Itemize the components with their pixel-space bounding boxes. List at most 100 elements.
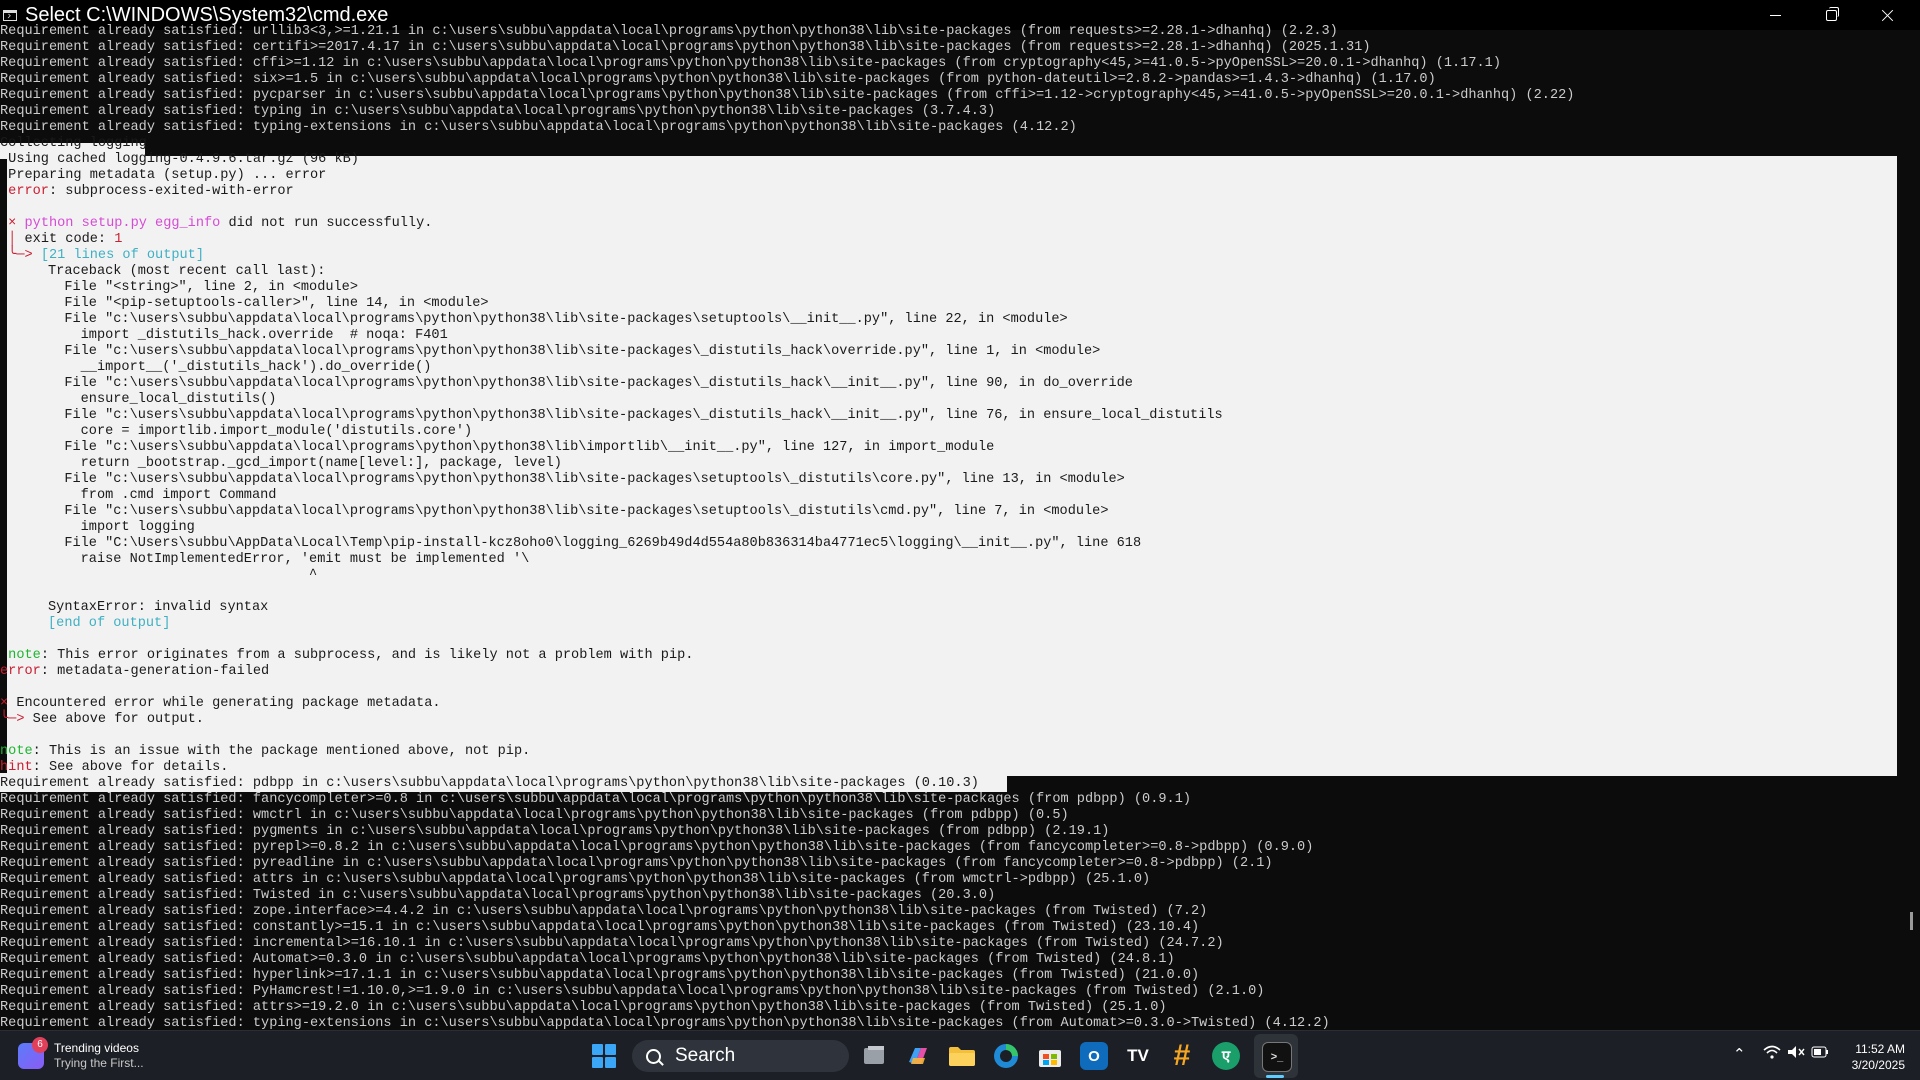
- scrollbar-thumb[interactable]: [1910, 912, 1913, 930]
- file-explorer-button[interactable]: [948, 1042, 976, 1070]
- notification-badge: 6: [32, 1037, 48, 1053]
- see-above-text: See above for output.: [24, 712, 204, 727]
- console-line: Requirement already satisfied: typing in…: [0, 104, 996, 119]
- console-line: Requirement already satisfied: fancycomp…: [0, 792, 1192, 807]
- store-icon: [1039, 1050, 1061, 1067]
- hint-label: hint: [0, 760, 33, 775]
- error-label: error: [0, 664, 41, 679]
- close-icon: [1881, 9, 1894, 22]
- copilot-button[interactable]: [904, 1042, 932, 1070]
- search-icon: [646, 1048, 661, 1064]
- widgets-button[interactable]: 6 Trending videos Trying the First...: [18, 1037, 144, 1073]
- console-line: hint: See above for details.: [0, 760, 228, 776]
- battery-icon[interactable]: [1811, 1045, 1829, 1062]
- note-text: : This is an issue with the package ment…: [32, 744, 531, 759]
- traceback-line: ^: [48, 568, 318, 583]
- active-indicator: [1266, 1075, 1284, 1078]
- slack-like-button[interactable]: #: [1168, 1039, 1196, 1072]
- console-line: note: This error originates from a subpr…: [0, 648, 693, 664]
- app-icon: ए: [1221, 1048, 1231, 1065]
- console-line: Requirement already satisfied: pdbpp in …: [0, 776, 979, 791]
- folder-icon: [949, 1047, 975, 1066]
- widgets-icon: 6: [18, 1037, 48, 1069]
- cmd-taskbar-button[interactable]: >_: [1262, 1042, 1292, 1072]
- maximize-button[interactable]: [1808, 0, 1854, 30]
- console-line: Requirement already satisfied: wmctrl in…: [0, 808, 1069, 823]
- console-line: Requirement already satisfied: pygments …: [0, 824, 1110, 839]
- console-line: Requirement already satisfied: typing-ex…: [0, 120, 1077, 135]
- task-view-button[interactable]: [860, 1042, 888, 1070]
- tree-branch: ╰─>: [8, 248, 33, 263]
- traceback-line: File "c:\users\subbu\appdata\local\progr…: [48, 440, 995, 455]
- note-label: note: [8, 648, 41, 663]
- clock[interactable]: 11:52 AM 3/20/2025: [1830, 1041, 1905, 1073]
- windows-logo-icon: [592, 1044, 603, 1055]
- console-line: Requirement already satisfied: attrs>=19…: [0, 1000, 1167, 1015]
- start-button[interactable]: [592, 1044, 616, 1068]
- traceback-line: return _bootstrap._gcd_import(name[level…: [48, 456, 562, 471]
- widget-text: Trending videos Trying the First...: [54, 1041, 144, 1071]
- console-line: note: This is an issue with the package …: [0, 744, 530, 760]
- console-line: ╰─> See above for output.: [0, 712, 204, 728]
- traceback-line: core = importlib.import_module('distutil…: [48, 424, 473, 439]
- search-label: Search: [675, 1045, 736, 1066]
- app-button[interactable]: ए: [1212, 1042, 1240, 1070]
- console-line: Requirement already satisfied: pyrepl>=0…: [0, 840, 1314, 855]
- taskbar: 6 Trending videos Trying the First... Se…: [0, 1030, 1920, 1080]
- tradingview-icon: TV: [1127, 1046, 1149, 1065]
- traceback-line: File "c:\users\subbu\appdata\local\progr…: [48, 344, 1101, 359]
- console-line: ╰─> [21 lines of output]: [0, 248, 204, 264]
- traceback-line: Traceback (most recent call last):: [48, 264, 326, 279]
- console-line: Requirement already satisfied: constantl…: [0, 920, 1200, 935]
- console-line: Requirement already satisfied: pyreadlin…: [0, 856, 1273, 871]
- end-of-output: [end of output]: [48, 616, 171, 631]
- traceback-line: ensure_local_distutils(): [48, 392, 277, 407]
- traceback-line: File "<string>", line 2, in <module>: [48, 280, 358, 295]
- traceback-line: from .cmd import Command: [48, 488, 277, 503]
- exit-code-label: exit code:: [16, 232, 115, 247]
- wifi-icon[interactable]: [1763, 1045, 1781, 1063]
- outlook-button[interactable]: O: [1080, 1042, 1108, 1070]
- hint-text: : See above for details.: [32, 760, 229, 775]
- hashtag-icon: #: [1173, 1039, 1191, 1072]
- tray-overflow-icon[interactable]: ⌃: [1733, 1045, 1746, 1063]
- store-button[interactable]: [1036, 1042, 1064, 1070]
- note-text: : This error originates from a subproces…: [40, 648, 694, 663]
- traceback-line: File "C:\Users\subbu\AppData\Local\Temp\…: [48, 536, 1142, 551]
- minimize-button[interactable]: [1752, 0, 1798, 30]
- traceback-line: raise NotImplementedError, 'emit must be…: [48, 552, 530, 567]
- search-box[interactable]: Search: [632, 1040, 849, 1072]
- close-button[interactable]: [1864, 0, 1910, 30]
- edge-icon: [994, 1044, 1018, 1068]
- clock-date: 3/20/2025: [1851, 1058, 1905, 1072]
- traceback-line: File "<pip-setuptools-caller>", line 14,…: [48, 296, 489, 311]
- outlook-icon: O: [1088, 1047, 1100, 1065]
- console-line: Requirement already satisfied: PyHamcres…: [0, 984, 1265, 999]
- edge-button[interactable]: [992, 1042, 1020, 1070]
- console-line: error: subprocess-exited-with-error: [0, 184, 294, 200]
- console-line: Collecting logging: [0, 136, 147, 151]
- encountered-text: Encountered error while generating packa…: [8, 696, 441, 711]
- restore-icon: [1825, 6, 1839, 21]
- console-line: Requirement already satisfied: six>=1.5 …: [0, 72, 1436, 87]
- error-label: error: [8, 184, 49, 199]
- lines-count: [21 lines of output]: [32, 248, 204, 263]
- console-line: Requirement already satisfied: hyperlink…: [0, 968, 1200, 983]
- console-output[interactable]: Requirement already satisfied: urllib3<3…: [0, 24, 1920, 1031]
- traceback-line: File "c:\users\subbu\appdata\local\progr…: [48, 472, 1125, 487]
- tradingview-button[interactable]: TV: [1124, 1042, 1152, 1070]
- console-line: Requirement already satisfied: Automat>=…: [0, 952, 1175, 967]
- traceback-line: import logging: [48, 520, 195, 535]
- console-line: × Encountered error while generating pac…: [0, 696, 441, 712]
- traceback-line: import _distutils_hack.override # noqa: …: [48, 328, 448, 343]
- copilot-icon: [909, 1048, 927, 1064]
- error-text: : subprocess-exited-with-error: [48, 184, 294, 199]
- cmd-app-icon[interactable]: [3, 9, 17, 21]
- console-line: Requirement already satisfied: attrs in …: [0, 872, 1151, 887]
- traceback-line: File "c:\users\subbu\appdata\local\progr…: [48, 312, 1068, 327]
- console-line: × python setup.py egg_info did not run s…: [0, 216, 432, 232]
- console-line: Requirement already satisfied: increment…: [0, 936, 1224, 951]
- tree-branch: ╰─>: [0, 712, 25, 727]
- widget-title: Trending videos: [54, 1041, 139, 1055]
- volume-muted-icon[interactable]: [1787, 1045, 1805, 1063]
